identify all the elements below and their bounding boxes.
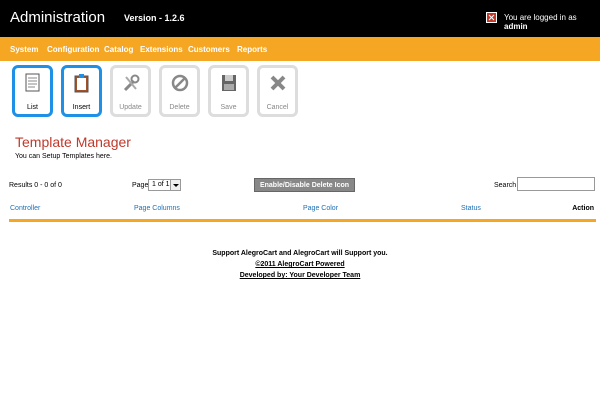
column-status[interactable]: Status [461, 205, 481, 212]
footer: Support AlegroCart and AlegroCart will S… [0, 250, 600, 283]
clipboard-icon [74, 74, 89, 93]
menu-item-reports[interactable]: Reports [237, 45, 267, 54]
prohibit-icon [171, 74, 189, 92]
list-icon [25, 73, 40, 92]
menu-item-configuration[interactable]: Configuration [47, 45, 99, 54]
footer-powered-link[interactable]: ©2011 AlegroCart Powered [0, 261, 600, 272]
app-title: Administration [10, 9, 106, 26]
column-action: Action [572, 205, 594, 212]
login-prefix: You are logged in as [504, 13, 577, 22]
toolbar: List Insert Update Delete Save Cancel [0, 61, 600, 123]
menu-item-extensions[interactable]: Extensions [140, 45, 183, 54]
table-divider [9, 219, 596, 222]
search-input[interactable] [517, 177, 595, 191]
insert-button[interactable]: Insert [61, 65, 102, 117]
page-subtitle: You can Setup Templates here. [15, 153, 112, 160]
delete-label: Delete [169, 104, 190, 111]
results-count: Results 0 - 0 of 0 [9, 182, 62, 189]
column-controller[interactable]: Controller [10, 205, 40, 212]
insert-label: Insert [72, 104, 91, 111]
cancel-button[interactable]: Cancel [257, 65, 298, 117]
version-label: Version - 1.2.6 [124, 13, 185, 23]
table-header: Controller Page Columns Page Color Statu… [9, 205, 596, 219]
footer-developer-link[interactable]: Developed by: Your Developer Team [0, 272, 600, 283]
list-label: List [27, 104, 38, 111]
cancel-label: Cancel [266, 104, 289, 111]
disk-icon [222, 75, 236, 91]
update-label: Update [119, 104, 142, 111]
menu-item-customers[interactable]: Customers [188, 45, 230, 54]
page-title: Template Manager [15, 134, 131, 150]
delete-button[interactable]: Delete [159, 65, 200, 117]
page-select[interactable]: 1 of 1 [148, 179, 181, 191]
footer-support: Support AlegroCart and AlegroCart will S… [212, 250, 388, 257]
save-label: Save [220, 104, 237, 111]
main-menu: System Configuration Catalog Extensions … [0, 37, 600, 61]
wrench-icon [123, 74, 140, 92]
login-user: admin [504, 22, 528, 31]
menu-item-catalog[interactable]: Catalog [104, 45, 133, 54]
column-page-color[interactable]: Page Color [303, 205, 338, 212]
page-select-value: 1 of 1 [152, 181, 170, 188]
login-status: You are logged in as admin [504, 13, 600, 31]
search-label: Search [494, 182, 517, 189]
update-button[interactable]: Update [110, 65, 151, 117]
save-button[interactable]: Save [208, 65, 249, 117]
page-label: Page [132, 182, 149, 189]
top-bar: Administration Version - 1.2.6 You are l… [0, 0, 600, 37]
logout-icon[interactable] [486, 12, 497, 23]
column-page-columns[interactable]: Page Columns [134, 205, 180, 212]
list-button[interactable]: List [12, 65, 53, 117]
x-icon [270, 75, 286, 91]
toggle-delete-icon-button[interactable]: Enable/Disable Delete Icon [254, 178, 355, 192]
menu-item-system[interactable]: System [10, 45, 38, 54]
chevron-down-icon[interactable] [170, 180, 180, 190]
